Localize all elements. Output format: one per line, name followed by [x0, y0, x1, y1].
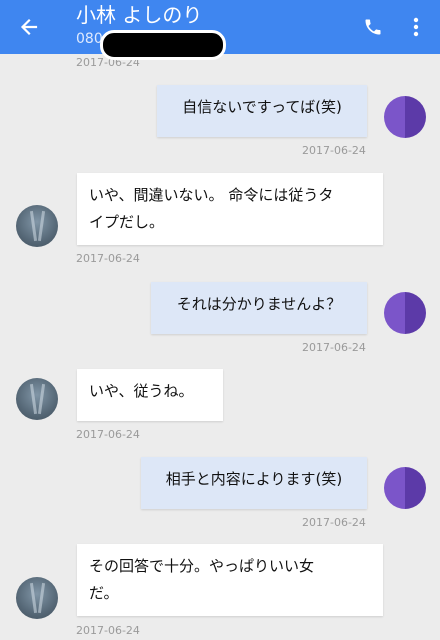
message-text: 自信ないですってば(笑) [182, 98, 342, 116]
message-timestamp: 2017-06-24 [76, 252, 140, 265]
message-text: いや、間違いない。 命令には従うタ [89, 186, 334, 204]
contact-avatar[interactable] [16, 378, 58, 420]
incoming-message-bubble[interactable]: その回答で十分。やっぱりいい女 だ。 [77, 544, 383, 616]
contact-name: 小林 よしのり [76, 3, 203, 27]
contact-avatar[interactable] [16, 205, 58, 247]
message-timestamp: 2017-06-24 [76, 428, 140, 441]
self-avatar[interactable] [384, 292, 426, 334]
back-button[interactable] [14, 12, 44, 42]
outgoing-message-bubble[interactable]: それは分かりませんよ？ [151, 282, 367, 334]
message-text: だ。 [89, 584, 119, 602]
outgoing-message-bubble[interactable]: 自信ないですってば(笑) [157, 85, 367, 137]
redaction-mark [100, 30, 226, 60]
message-timestamp: 2017-06-24 [76, 624, 140, 637]
message-timestamp: 2017-06-24 [302, 341, 366, 354]
message-text: それは分かりませんよ？ [176, 295, 342, 313]
phone-number: 080 [76, 31, 103, 47]
arrow-left-icon [20, 18, 38, 36]
self-avatar[interactable] [384, 467, 426, 509]
self-avatar[interactable] [384, 96, 426, 138]
phone-icon [365, 19, 381, 35]
message-text: その回答で十分。やっぱりいい女 [89, 557, 315, 575]
more-options-button[interactable] [402, 12, 430, 42]
message-text: いや、従うね。 [89, 382, 194, 400]
message-timestamp: 2017-06-24 [302, 144, 366, 157]
incoming-message-bubble[interactable]: いや、間違いない。 命令には従うタ イプだし。 [77, 173, 383, 245]
outgoing-message-bubble[interactable]: 相手と内容によります(笑) [141, 457, 367, 509]
incoming-message-bubble[interactable]: いや、従うね。 [77, 369, 223, 421]
contact-avatar[interactable] [16, 577, 58, 619]
message-timestamp: 2017-06-24 [302, 516, 366, 529]
message-text: 相手と内容によります(笑) [165, 470, 343, 488]
more-vertical-icon [413, 17, 419, 37]
call-button[interactable] [356, 12, 390, 42]
message-text: イプだし。 [89, 213, 165, 231]
